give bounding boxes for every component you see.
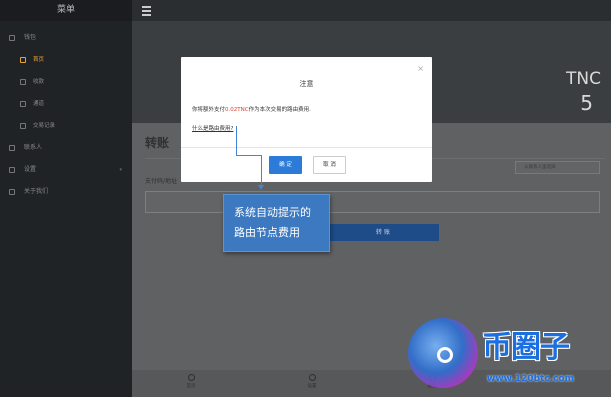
callout-connector [236, 126, 237, 156]
divider [181, 147, 432, 148]
sidebar-item-label: 联系人 [24, 144, 43, 151]
pay-address-label: 支付码/地址 [145, 178, 178, 185]
watermark-brand: 币圈子 [482, 330, 570, 365]
close-icon[interactable]: × [417, 64, 424, 73]
annotation-line: 路由节点费用 [234, 226, 300, 239]
address-input[interactable] [145, 191, 600, 213]
gear-icon [308, 374, 316, 381]
token-balance: 5 [580, 91, 593, 115]
annotation-line: 系统自动提示的 [234, 206, 311, 219]
cancel-button[interactable]: 取 消 [313, 156, 346, 174]
channel-icon [20, 101, 26, 107]
tab-label: 设置 [307, 384, 317, 389]
sidebar-item-label: 收款 [33, 79, 45, 85]
message-prefix: 你将额外支付 [192, 107, 226, 113]
sidebar-item-settings[interactable]: 设置 ▾ [0, 159, 132, 181]
dialog-message: 你将额外支付0.02TNC作为本次交易的路由费用. [192, 105, 311, 113]
tab-label: 首页 [186, 384, 196, 389]
confirm-button[interactable]: 确 定 [269, 156, 302, 174]
sidebar-item-receive[interactable]: 收款 [0, 71, 132, 93]
receive-icon [20, 79, 26, 85]
sidebar-item-label: 钱包 [24, 34, 37, 41]
contact-select[interactable]: 从联系人里选择 [515, 161, 600, 174]
sidebar-item-contacts[interactable]: 联系人 [0, 137, 132, 159]
tab-home[interactable]: 首页 [171, 374, 211, 389]
contacts-icon [9, 145, 15, 151]
sidebar-item-home[interactable]: 首页 [0, 49, 132, 71]
routing-fee-help-link[interactable]: 什么是路由费用? [192, 124, 233, 132]
menu-icon[interactable] [142, 6, 151, 18]
dialog-title: 注意 [299, 80, 314, 88]
records-icon [20, 123, 26, 129]
home-icon [20, 57, 26, 63]
sidebar-title: 菜单 [0, 0, 132, 21]
sidebar-item-label: 通道 [33, 101, 45, 107]
gear-icon [9, 167, 15, 173]
sidebar-item-label: 首页 [33, 57, 45, 63]
sidebar-item-wallet[interactable]: 钱包 [0, 27, 132, 49]
annotation-callout: 系统自动提示的 路由节点费用 [223, 194, 330, 252]
callout-connector [236, 155, 262, 156]
tab-settings[interactable]: 设置 [292, 374, 332, 389]
callout-connector [261, 155, 262, 185]
sidebar-item-records[interactable]: 交易记录 [0, 115, 132, 137]
home-icon [187, 374, 195, 381]
token-name: TNC [566, 69, 601, 89]
sidebar-item-label: 交易记录 [33, 123, 56, 129]
sidebar-item-about[interactable]: 关于我们 [0, 181, 132, 203]
sidebar: 菜单 钱包 首页 收款 通道 交易记录 联系人 设置 ▾ 关于我们 [0, 0, 132, 397]
watermark-url: www.120btc.com [487, 374, 574, 384]
message-suffix: 作为本次交易的路由费用. [248, 107, 311, 113]
routing-fee: 0.02TNC [225, 107, 249, 113]
sidebar-item-channel[interactable]: 通道 [0, 93, 132, 115]
fee-notice-dialog: × 注意 你将额外支付0.02TNC作为本次交易的路由费用. 什么是路由费用? … [181, 57, 432, 182]
watermark-ring-icon [437, 347, 453, 363]
top-bar [132, 0, 611, 21]
sidebar-item-label: 设置 [24, 166, 37, 173]
page-title: 转账 [145, 136, 170, 150]
info-icon [9, 189, 15, 195]
chevron-down-icon: ▾ [119, 167, 122, 173]
wallet-icon [9, 35, 15, 41]
sidebar-item-label: 关于我们 [24, 188, 49, 195]
transfer-button[interactable]: 转 账 [327, 224, 439, 241]
callout-arrow-icon [258, 185, 264, 190]
